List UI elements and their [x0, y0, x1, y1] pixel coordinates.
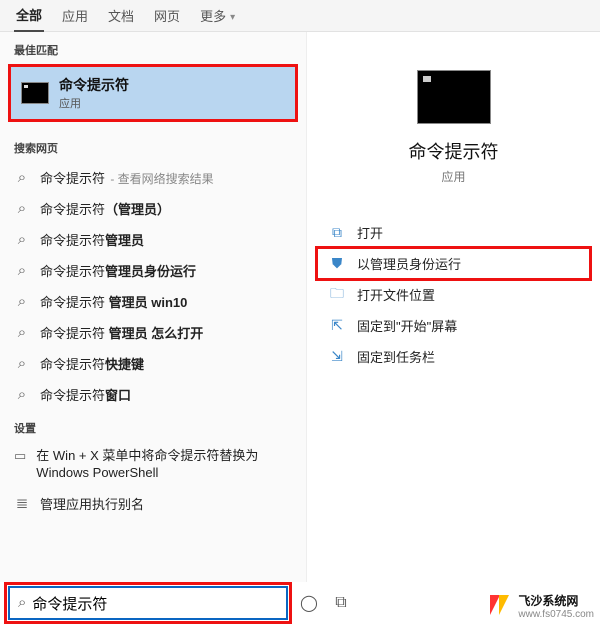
tab-all[interactable]: 全部: [14, 3, 44, 32]
web-result-bold: （管理员）: [105, 202, 170, 217]
pin-icon: ⇱: [329, 318, 345, 334]
search-icon: [14, 262, 30, 279]
watermark: 飞沙系统网 www.fs0745.com: [490, 592, 594, 620]
settings-result[interactable]: 管理应用执行别名: [0, 488, 306, 519]
tab-more[interactable]: 更多: [198, 4, 237, 31]
action-pin-start[interactable]: ⇱ 固定到"开始"屏幕: [317, 310, 590, 341]
search-icon: [14, 169, 30, 186]
watermark-name: 飞沙系统网: [518, 592, 594, 609]
action-label: 打开: [357, 223, 383, 242]
action-label: 以管理员身份运行: [357, 254, 461, 273]
web-result-prefix: 命令提示符: [40, 233, 105, 248]
web-result[interactable]: 命令提示符管理员: [0, 224, 306, 255]
tab-more-label: 更多: [200, 6, 226, 25]
action-open[interactable]: ⧉ 打开: [317, 217, 590, 248]
pin-icon: ⇲: [329, 349, 345, 365]
section-web: 搜索网页: [0, 130, 306, 162]
web-result-bold: 管理员 win10: [105, 295, 187, 310]
best-match-subtitle: 应用: [59, 95, 129, 111]
detail-title: 命令提示符: [409, 138, 499, 164]
watermark-logo-icon: [490, 595, 512, 617]
web-result-bold: 管理员身份运行: [105, 264, 196, 279]
web-result-bold: 窗口: [105, 388, 131, 403]
cmd-icon: [21, 82, 49, 104]
web-result-prefix: 命令提示符: [40, 202, 105, 217]
section-settings: 设置: [0, 410, 306, 442]
search-input[interactable]: [32, 595, 278, 612]
task-view-icon[interactable]: ⧉: [330, 594, 352, 612]
app-large-icon: [417, 70, 491, 124]
action-list: ⧉ 打开 ⛊ 以管理员身份运行 🗀 打开文件位置 ⇱ 固定到"开始"屏幕: [307, 217, 600, 372]
web-result[interactable]: 命令提示符 管理员 win10: [0, 286, 306, 317]
search-icon: [14, 231, 30, 248]
filter-tabs: 全部 应用 文档 网页 更多: [0, 0, 600, 32]
search-icon: [14, 324, 30, 341]
search-icon: [14, 200, 30, 217]
chevron-down-icon: [230, 8, 235, 23]
tab-web[interactable]: 网页: [152, 4, 182, 31]
web-result[interactable]: 命令提示符管理员身份运行: [0, 255, 306, 286]
web-result-prefix: 命令提示符: [40, 171, 105, 186]
tab-apps[interactable]: 应用: [60, 4, 90, 31]
action-run-as-admin[interactable]: ⛊ 以管理员身份运行: [317, 248, 590, 279]
web-result-prefix: 命令提示符: [40, 264, 105, 279]
admin-icon: ⛊: [329, 256, 345, 272]
search-icon: [14, 386, 30, 403]
best-match-item[interactable]: 命令提示符 应用: [11, 67, 295, 119]
web-result-bold: 管理员 怎么打开: [105, 326, 203, 341]
web-result[interactable]: 命令提示符快捷键: [0, 348, 306, 379]
web-result[interactable]: 命令提示符 - 查看网络搜索结果: [0, 162, 306, 193]
web-result[interactable]: 命令提示符（管理员）: [0, 193, 306, 224]
section-best-match: 最佳匹配: [0, 32, 306, 64]
web-result-prefix: 命令提示符: [40, 326, 105, 341]
action-open-location[interactable]: 🗀 打开文件位置: [317, 279, 590, 310]
action-pin-taskbar[interactable]: ⇲ 固定到任务栏: [317, 341, 590, 372]
cortana-icon[interactable]: ◯: [298, 593, 320, 613]
detail-panel: 命令提示符 应用 ⧉ 打开 ⛊ 以管理员身份运行 🗀 打开文件位置: [306, 32, 600, 582]
tab-docs[interactable]: 文档: [106, 4, 136, 31]
settings-result[interactable]: 在 Win + X 菜单中将命令提示符替换为 Windows PowerShel…: [0, 442, 306, 488]
folder-icon: 🗀: [329, 287, 345, 303]
web-result-bold: 快捷键: [105, 357, 144, 372]
action-label: 固定到任务栏: [357, 347, 435, 366]
web-result-prefix: 命令提示符: [40, 388, 105, 403]
search-icon: [14, 293, 30, 310]
web-result-hint: - 查看网络搜索结果: [107, 172, 214, 186]
web-result[interactable]: 命令提示符 管理员 怎么打开: [0, 317, 306, 348]
results-panel: 最佳匹配 命令提示符 应用 搜索网页 命令提示符 - 查看网络搜索结果: [0, 32, 306, 582]
list-icon: [14, 494, 30, 512]
open-icon: ⧉: [329, 225, 345, 241]
action-label: 固定到"开始"屏幕: [357, 316, 457, 335]
web-result-bold: 管理员: [105, 233, 144, 248]
search-icon: [14, 355, 30, 372]
watermark-url: www.fs0745.com: [518, 609, 594, 620]
best-match-highlight: 命令提示符 应用: [8, 64, 298, 122]
detail-subtitle: 应用: [441, 168, 465, 185]
settings-result-text: 管理应用执行别名: [40, 494, 144, 513]
best-match-title: 命令提示符: [59, 75, 129, 95]
search-icon: [18, 594, 26, 612]
action-label: 打开文件位置: [357, 285, 435, 304]
web-result-prefix: 命令提示符: [40, 295, 105, 310]
settings-result-text: 在 Win + X 菜单中将命令提示符替换为 Windows PowerShel…: [36, 448, 292, 482]
web-result[interactable]: 命令提示符窗口: [0, 379, 306, 410]
window-icon: [14, 448, 26, 464]
search-box[interactable]: [8, 586, 288, 620]
web-result-prefix: 命令提示符: [40, 357, 105, 372]
